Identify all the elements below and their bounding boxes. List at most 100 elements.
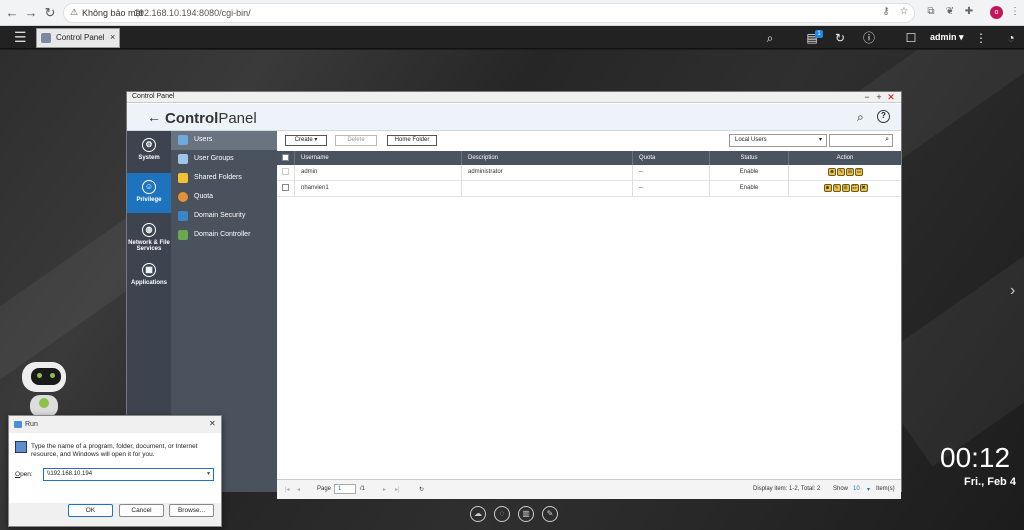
search-icon[interactable]: ⌕ [885,136,889,144]
page-size-select[interactable]: 10 [853,486,860,492]
subnav-domain-security[interactable]: Domain Security [171,207,277,226]
user-info-icon[interactable]: ☻ [828,168,836,176]
group-icon[interactable]: ☷ [850,184,859,192]
puzzle-icon[interactable]: ✚ [962,5,976,19]
permission-icon[interactable]: ⊞ [846,168,854,176]
run-description: Type the name of a program, folder, docu… [31,443,198,458]
hamburger-icon[interactable]: ☰ [14,29,27,46]
group-icon[interactable]: ☷ [855,168,863,176]
run-dialog: Run ✕ Type the name of a program, folder… [8,415,222,527]
subnav-label: Quota [194,193,214,200]
sync-icon[interactable]: ↻ [832,31,848,45]
close-icon[interactable]: × [110,32,115,42]
col-action: Action [836,155,854,161]
subnav-label: Domain Controller [194,231,251,238]
close-icon[interactable]: ✕ [886,92,896,103]
category-system[interactable]: ⚙ System [127,138,171,168]
url-text[interactable]: 192.168.10.194:8080/cgi-bin/ [134,8,251,18]
ok-button[interactable]: OK [68,504,113,517]
window-title: Control Panel [132,93,175,100]
info-icon[interactable]: ⓘ [861,31,877,45]
back-icon[interactable]: ← [3,4,21,22]
warning-icon[interactable]: ⚠ [70,7,78,18]
cell-description: administrator [462,165,633,180]
robot-mascot[interactable] [20,362,68,417]
address-bar[interactable]: ⚠ Không bảo mật 192.168.10.194:8080/cgi-… [63,3,915,23]
prev-page-icon[interactable]: ◂ [297,486,300,493]
chevron-right-icon[interactable]: › [1010,282,1015,300]
cloud-icon[interactable]: ☁ [470,506,486,522]
window-titlebar[interactable]: Control Panel − + ✕ [127,92,901,103]
chevron-down-icon[interactable]: ▾ [207,469,210,480]
profile-avatar[interactable]: o [990,6,1003,19]
cancel-button[interactable]: Cancel [119,504,164,517]
search-icon[interactable]: ⌕ [857,110,864,125]
col-username[interactable]: Username [295,151,462,165]
chat-icon[interactable]: ◌ [494,506,510,522]
edit-icon[interactable]: ✎ [832,184,841,192]
select-all-checkbox[interactable] [277,151,295,165]
back-icon[interactable]: ← [147,109,161,125]
forward-icon[interactable]: → [22,4,40,22]
user-type-select[interactable]: Local Users ▾ [729,134,827,147]
table-row[interactable]: nhanvien1 -- Enable ☻ ✎ ⊞ ☷ ✖ [277,181,901,197]
delete-button[interactable]: Delete [335,135,377,146]
control-panel-tab[interactable]: Control Panel × [36,28,120,48]
dialog-title: Run [25,421,38,428]
edit-icon[interactable]: ✎ [542,506,558,522]
search-icon[interactable]: ⌕ [762,31,778,45]
close-icon[interactable]: ✕ [209,419,216,428]
browser-toolbar: ← → ↻ ⚠ Không bảo mật 192.168.10.194:808… [0,0,1024,26]
user-icon[interactable]: ☐ [903,31,919,45]
open-input[interactable]: \\192.168.10.194 ▾ [43,468,214,481]
subnav-users[interactable]: Users [171,131,277,150]
globe-icon: ◍ [142,223,156,237]
subnav-shared-folders[interactable]: Shared Folders [171,169,277,188]
apps-icon[interactable]: ▥ [518,506,534,522]
row-checkbox[interactable] [277,165,295,180]
reload-icon[interactable]: ↻ [41,4,59,22]
help-icon[interactable]: ? [877,110,890,123]
user-menu[interactable]: admin ▾ [930,32,964,43]
table-row[interactable]: admin administrator -- Enable ☻ ✎ ⊞ ☷ [277,165,901,181]
cell-quota: -- [633,181,710,196]
leaf-icon[interactable]: ❦ [943,5,957,19]
category-label: Network & File Services [128,240,170,252]
permission-icon[interactable]: ⊞ [841,184,850,192]
edit-icon[interactable]: ✎ [837,168,845,176]
col-status[interactable]: Status [710,151,789,165]
category-network[interactable]: ◍ Network & File Services [127,223,171,253]
subnav-domain-controller[interactable]: Domain Controller [171,226,277,245]
extension-icon[interactable]: ⧉ [924,5,938,19]
last-page-icon[interactable]: ▸| [395,486,400,493]
domain-icon [178,211,188,221]
category-applications[interactable]: ▦ Applications [127,263,171,293]
row-checkbox[interactable] [277,181,295,196]
col-quota[interactable]: Quota [633,151,710,165]
category-privilege[interactable]: ☺ Privilege [127,173,171,213]
col-description[interactable]: Description [462,151,633,165]
subnav-quota[interactable]: Quota [171,188,277,207]
star-icon[interactable]: ☆ [897,5,911,19]
subnav-user-groups[interactable]: User Groups [171,150,277,169]
cell-status: Enable [710,181,789,196]
run-body: Type the name of a program, folder, docu… [9,433,221,503]
menu-icon[interactable]: ⋮ [1008,5,1022,19]
browse-button[interactable]: Browse... [169,504,214,517]
control-panel-window: Control Panel − + ✕ ← ControlPanel ⌕ ? ⚙… [126,91,902,499]
refresh-icon[interactable]: ↻ [419,486,424,493]
first-page-icon[interactable]: |◂ [285,486,290,493]
more-icon[interactable]: ⋮ [973,31,989,45]
user-search-input[interactable]: ⌕ [829,134,893,147]
home-folder-button[interactable]: Home Folder [387,135,437,146]
user-info-icon[interactable]: ☻ [823,184,832,192]
create-button[interactable]: Create ▾ [285,135,327,146]
next-page-icon[interactable]: ▸ [383,486,386,493]
maximize-icon[interactable]: + [874,92,884,103]
page-input[interactable]: 1 [334,484,356,494]
delete-user-icon[interactable]: ✖ [859,184,868,192]
dashboard-icon[interactable]: ◔ [1003,31,1019,45]
key-icon[interactable]: ⚷ [879,5,893,19]
chevron-down-icon[interactable]: ▾ [867,486,870,493]
minimize-icon[interactable]: − [862,92,872,103]
